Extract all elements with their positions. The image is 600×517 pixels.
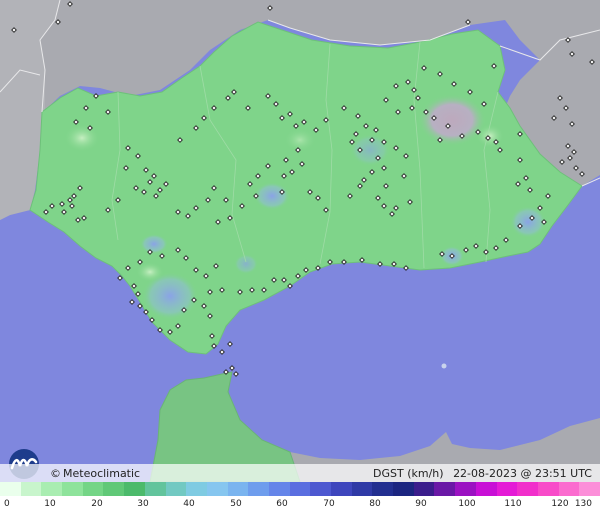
legend-swatch <box>248 482 269 496</box>
legend-swatch <box>289 482 311 496</box>
map-meta: DGST (km/h) 22-08-2023 @ 23:51 UTC <box>373 467 592 480</box>
brand-name: Meteoclimatic <box>63 467 141 480</box>
legend-tick-label: 120 <box>551 499 569 509</box>
gust-cordoba <box>254 182 290 210</box>
legend-swatch <box>537 482 559 496</box>
legend-swatch <box>351 482 373 496</box>
legend-swatch <box>41 482 63 496</box>
variable-label: DGST (km/h) <box>373 467 444 480</box>
calm-huelva-north <box>64 124 100 152</box>
legend-swatch <box>434 482 456 496</box>
legend-swatch <box>0 482 21 496</box>
calm-baza <box>476 124 504 148</box>
legend-swatch <box>165 482 187 496</box>
legend-tick-label: 10 <box>44 499 56 509</box>
legend-tick-label: 30 <box>137 499 149 509</box>
alboran-island <box>441 363 447 369</box>
legend-swatch <box>144 482 166 496</box>
legend-swatch <box>579 482 600 496</box>
legend-swatch <box>124 482 145 496</box>
legend-swatch <box>455 482 476 496</box>
brand-credit[interactable]: © Meteoclimatic <box>50 467 140 480</box>
legend-tick-label: 80 <box>369 499 381 509</box>
gust-sierra-nevada-high <box>418 94 486 146</box>
legend-tick-label: 70 <box>323 499 335 509</box>
legend-swatch <box>517 482 538 496</box>
legend-swatch <box>475 482 497 496</box>
timestamp-label: 22-08-2023 @ 23:51 UTC <box>453 467 592 480</box>
legend-swatch <box>331 482 352 496</box>
legend-swatch <box>82 482 104 496</box>
legend-tick-label: 90 <box>415 499 427 509</box>
legend-swatch <box>393 482 414 496</box>
legend-swatch <box>20 482 42 496</box>
legend-tick-label: 20 <box>91 499 103 509</box>
gust-jerez <box>140 234 168 254</box>
map-canvas <box>0 0 600 483</box>
legend-swatch <box>310 482 331 496</box>
legend-tick-label: 50 <box>230 499 242 509</box>
legend-tick-label: 60 <box>276 499 288 509</box>
gust-almeria-coast <box>510 206 546 238</box>
legend-swatch <box>413 482 435 496</box>
calm-sevilla-south <box>136 262 164 282</box>
gust-map: © Meteoclimatic DGST (km/h) 22-08-2023 @ … <box>0 0 600 517</box>
legend-tick-label: 40 <box>183 499 195 509</box>
copyright-symbol: © <box>50 467 61 480</box>
legend-swatch <box>496 482 518 496</box>
legend-swatch <box>268 482 290 496</box>
legend-swatch <box>227 482 249 496</box>
legend-swatch <box>62 482 83 496</box>
legend-tick-label: 100 <box>458 499 476 509</box>
legend-color-bar <box>0 482 600 496</box>
gust-antequera <box>234 254 258 274</box>
legend-swatch <box>103 482 125 496</box>
legend-swatch <box>206 482 228 496</box>
legend-swatch <box>372 482 394 496</box>
calm-cordoba-north <box>284 128 316 152</box>
legend-swatch <box>558 482 580 496</box>
color-legend: 0 10 20 30 40 50 60 70 80 90 100 110 120 130 <box>0 482 600 517</box>
legend-swatch <box>186 482 207 496</box>
legend-tick-label: 130 <box>574 499 592 509</box>
gust-jaen <box>350 134 390 166</box>
legend-tick-label: 0 <box>4 499 10 509</box>
legend-tick-label: 110 <box>504 499 522 509</box>
